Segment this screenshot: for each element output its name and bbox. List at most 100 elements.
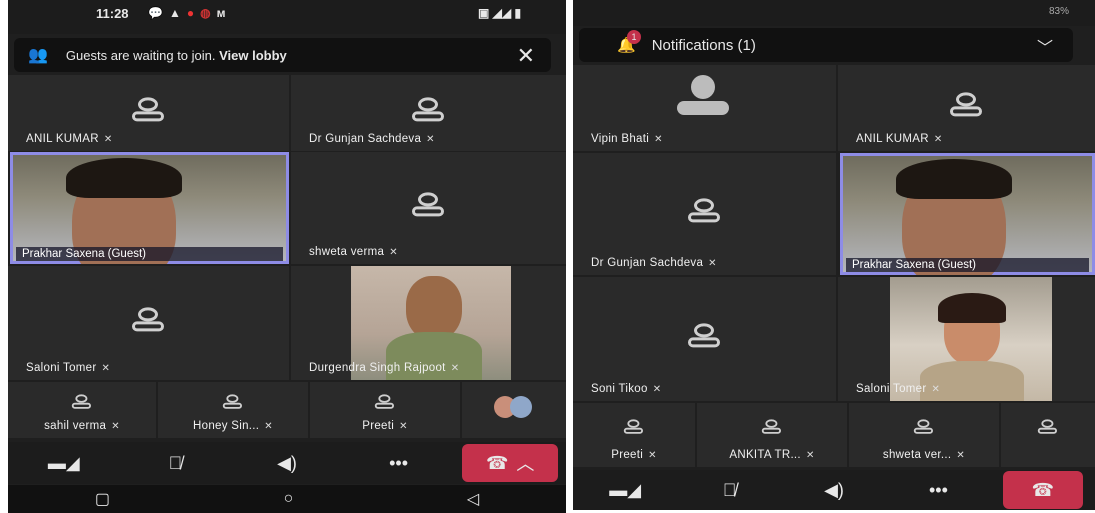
hangup-wrap: ☎ ︿: [454, 442, 566, 484]
avatar-icon: [1037, 419, 1058, 435]
participant-name-label: Prakhar Saxena (Guest): [16, 247, 283, 261]
mic-off-icon: ✕: [805, 450, 815, 461]
participant-tile-vipin[interactable]: Vipin Bhati ✕: [573, 65, 836, 151]
video-hair-shape: [66, 158, 182, 198]
participant-mini-sahil[interactable]: sahil verma ✕: [8, 382, 156, 438]
mic-off-icon: 🎙̸: [168, 452, 183, 473]
right-phone-screen: 83% 🔔 1 Notifications (1) ﹀ Vipin Bhati ✕ …: [573, 0, 1095, 510]
more-participants-tile[interactable]: [1001, 403, 1095, 467]
participant-tile-durgendra[interactable]: Durgendra Singh Rajpoot ✕: [291, 266, 566, 380]
avatar-icon: [131, 307, 166, 333]
avatar-icon: [913, 419, 934, 435]
mic-off-icon: ✕: [652, 384, 662, 395]
camera-off-button[interactable]: ▬◢: [8, 442, 120, 484]
hang-up-button[interactable]: ☎: [1002, 471, 1083, 509]
avatar-icon: [374, 394, 395, 410]
participant-mini-shweta[interactable]: shweta ver... ✕: [849, 403, 999, 467]
avatar-stack-icon: [510, 396, 532, 418]
mic-off-icon: ✕: [264, 421, 273, 432]
speaker-button[interactable]: ◀): [782, 470, 886, 510]
mic-off-icon: ✕: [708, 258, 717, 269]
mic-off-icon: ✕: [933, 134, 943, 145]
more-options-button[interactable]: •••: [886, 470, 990, 510]
participant-video-prakhar[interactable]: Prakhar Saxena (Guest): [840, 153, 1095, 275]
more-icon: •••: [928, 479, 948, 500]
signal-icon: ▣ ◢◢ ▮: [478, 6, 522, 20]
mic-off-icon: ✕: [399, 421, 408, 432]
speaker-button[interactable]: ◀): [231, 442, 343, 484]
hang-up-button[interactable]: ☎ ︿: [462, 444, 559, 482]
avatar-icon: [623, 419, 644, 435]
recents-icon[interactable]: ▢: [95, 489, 110, 509]
back-icon[interactable]: ◁: [467, 489, 479, 509]
camera-off-button[interactable]: ▬◢: [573, 470, 677, 510]
avatar-icon: [131, 97, 166, 123]
video-shirt-shape: [920, 361, 1024, 401]
phone-hangup-icon: ☎: [485, 452, 509, 473]
more-participants-tile[interactable]: [462, 382, 566, 438]
participant-tile-gunjan[interactable]: Dr Gunjan Sachdeva ✕: [291, 75, 566, 151]
left-phone-screen: 11:28 💬▲●◍ᴍ ▣ ◢◢ ▮ 👥 Guests are waiting …: [8, 0, 566, 513]
participant-mini-preeti[interactable]: Preeti ✕: [573, 403, 695, 467]
clock: 11:28: [96, 6, 129, 21]
participant-name-label: Prakhar Saxena (Guest): [846, 258, 1089, 272]
close-icon[interactable]: ✕: [517, 43, 535, 69]
avatar-icon: [687, 198, 722, 224]
status-bar: 11:28 💬▲●◍ᴍ ▣ ◢◢ ▮: [8, 0, 566, 34]
lobby-banner: 👥 Guests are waiting to join. View lobby…: [14, 38, 551, 72]
participant-mini-honey[interactable]: Honey Sin... ✕: [158, 382, 308, 438]
mic-off-icon: ✕: [111, 421, 120, 432]
phone-hangup-icon: ☎: [1031, 479, 1055, 500]
participant-tile-saloni[interactable]: Saloni Tomer ✕: [838, 277, 1095, 401]
notification-badge: 1: [627, 30, 641, 44]
chevron-down-icon[interactable]: ﹀: [1037, 34, 1053, 58]
participant-mini-preeti[interactable]: Preeti ✕: [310, 382, 460, 438]
avatar-icon: [71, 394, 92, 410]
participant-tile-gunjan[interactable]: Dr Gunjan Sachdeva ✕: [573, 153, 836, 275]
participant-video-prakhar[interactable]: Prakhar Saxena (Guest): [10, 152, 289, 264]
mic-off-icon: ✕: [389, 247, 398, 258]
person-icon: [691, 75, 715, 99]
participant-mini-ankita[interactable]: ANKITA TR... ✕: [697, 403, 847, 467]
mute-button[interactable]: 🎙̸: [120, 442, 232, 484]
mic-off-icon: ✕: [103, 134, 113, 145]
hangup-wrap: ☎: [991, 470, 1095, 510]
android-nav-bar: ▢ ○ ◁: [8, 485, 566, 513]
mute-button[interactable]: 🎙̸: [677, 470, 781, 510]
avatar-icon: [761, 419, 782, 435]
mic-off-icon: ✕: [654, 134, 663, 145]
status-bar: 83%: [573, 0, 1095, 26]
view-lobby-link[interactable]: View lobby: [219, 48, 287, 63]
mic-off-icon: ✕: [101, 363, 111, 374]
participant-tile-saloni[interactable]: Saloni Tomer ✕: [8, 266, 289, 380]
lobby-message: Guests are waiting to join. View lobby: [65, 47, 287, 63]
notifications-bar[interactable]: 🔔 1 Notifications (1) ﹀: [579, 28, 1073, 62]
participant-tile-anil-kumar[interactable]: ANIL KUMAR ✕: [8, 75, 289, 151]
battery-level: 83%: [1048, 6, 1069, 17]
avatar-icon: [411, 97, 446, 123]
call-controls: ▬◢ 🎙̸ ◀) ••• ☎: [573, 470, 1095, 510]
participant-tile-soni[interactable]: Soni Tikoo ✕: [573, 277, 836, 401]
people-add-icon: 👥: [28, 47, 48, 64]
mic-off-icon: 🎙̸: [722, 479, 737, 500]
mic-off-icon: ✕: [426, 134, 435, 145]
notifications-label: Notifications (1): [651, 36, 756, 54]
mic-off-icon: ✕: [931, 384, 941, 395]
home-icon[interactable]: ○: [284, 490, 294, 508]
bell-icon: 🔔 1: [617, 30, 641, 54]
avatar-icon: [222, 394, 243, 410]
mic-off-icon: ✕: [956, 450, 966, 461]
video-hair-shape: [938, 293, 1006, 323]
participant-tile-anil[interactable]: ANIL KUMAR ✕: [838, 65, 1095, 151]
participant-tile-shweta[interactable]: shweta verma ✕: [291, 152, 566, 264]
more-icon: •••: [389, 452, 409, 473]
call-controls: ▬◢ 🎙̸ ◀) ••• ☎ ︿: [8, 442, 566, 484]
notification-icons: 💬▲●◍ᴍ: [148, 6, 232, 20]
camera-off-icon: ▬◢: [47, 452, 80, 473]
video-hair-shape: [896, 159, 1012, 199]
mic-off-icon: ✕: [648, 450, 657, 461]
speaker-icon: ◀): [824, 479, 844, 500]
chevron-up-icon[interactable]: ︿: [516, 450, 534, 476]
person-body-icon: [677, 101, 729, 115]
more-options-button[interactable]: •••: [343, 442, 455, 484]
